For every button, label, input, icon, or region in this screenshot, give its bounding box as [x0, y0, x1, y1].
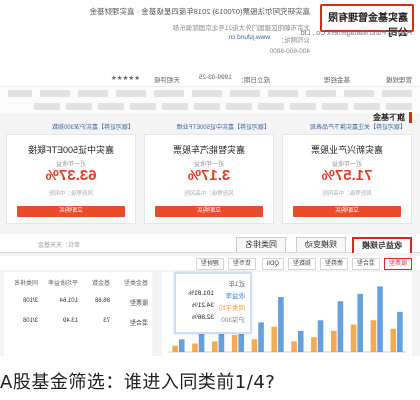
company-header: 嘉实基金管理有限公司 Harvest Fund Management Co., …	[0, 0, 420, 73]
mirrored-screenshot: 嘉实基金管理有限公司 Harvest Fund Management Co., …	[0, 0, 420, 356]
chart-bar[interactable]	[211, 341, 218, 352]
fund-card-return: 71.57%	[321, 167, 373, 184]
fund-card-title: 嘉实中证500ETF联接	[28, 145, 115, 155]
fund-card-return: 3.17%	[187, 167, 231, 184]
chart-bar[interactable]	[291, 341, 297, 352]
tooltip-label: 同类平均	[219, 305, 245, 312]
chart-bar[interactable]	[297, 330, 304, 352]
buy-button[interactable]: 立即购买	[293, 206, 401, 217]
established-date: 1999-03-25	[198, 74, 232, 81]
notice-link[interactable]: 【银河证券】嘉实沪深300指数	[52, 122, 134, 132]
tooltip-value: 32.86%	[191, 314, 214, 321]
tab-scale-change[interactable]: 规模变动	[296, 237, 346, 252]
fund-card-return: 63.37%	[45, 167, 97, 184]
tooltip-value: 101.81%	[188, 290, 214, 297]
fund-card-risk: 风险等级：中高风险	[322, 191, 372, 197]
phone-number: 400-600-8800	[269, 48, 310, 55]
chart-tooltip: 近1年 收益率 101.81% 同类平均 34.21% 沪深300 32.86%	[174, 272, 252, 334]
table-cell: 股票型	[129, 301, 148, 307]
rating-stars-icon: ★★★★★	[110, 75, 140, 82]
rating-label: 天相评级	[154, 77, 180, 84]
tooltip-label: 沪深300	[221, 317, 245, 324]
notice-link[interactable]: 【银河证券】关注嘉实旗下产品表现	[310, 122, 406, 132]
buy-button[interactable]: 立即购买	[155, 206, 263, 217]
table-cell: 101.64	[59, 298, 78, 304]
company-english-name: Harvest Fund Management Co., Ltd.	[298, 30, 412, 37]
fund-card-risk: 风险等级：中高风险	[184, 191, 234, 197]
peer-rank-table: 基金类型 基金数 平均收益率 同类排名 股票型 86.68 101.64 3/1…	[4, 272, 152, 356]
fund-card-title: 嘉实智能汽车股票	[173, 145, 246, 155]
fund-card[interactable]: 嘉实新兴产业股票 近一年收益 71.57% 风险等级：中高风险 立即购买	[282, 134, 412, 224]
chart-bar[interactable]	[330, 330, 337, 352]
filter-chip[interactable]: QDII	[261, 258, 284, 270]
table-header: 同类排名	[13, 281, 38, 287]
tab-peer-rank[interactable]: 同类排名	[236, 237, 286, 252]
chart-bar[interactable]	[370, 320, 377, 352]
chart-bar[interactable]	[397, 311, 403, 352]
tooltip-title: 近1年	[228, 281, 245, 288]
chart-bar[interactable]	[278, 297, 284, 352]
chart-bar[interactable]	[231, 335, 238, 352]
table-header: 基金类型	[123, 281, 148, 287]
chart-bar[interactable]	[357, 293, 364, 352]
filter-chip[interactable]: 指数型	[287, 258, 316, 270]
performance-tabs: 收益与规模 规模变动 同类排名 单位：天天基金	[0, 234, 420, 253]
fund-card-risk: 风险等级：中风险	[49, 191, 94, 197]
chart-bar[interactable]	[350, 324, 357, 352]
article-caption: A股基金筛选：谁进入同类前1/4?	[0, 372, 276, 393]
chart-bar[interactable]	[172, 345, 178, 352]
website-link[interactable]: www.jsfund.cn	[228, 34, 270, 41]
fund-nav-row-2[interactable]	[0, 100, 420, 115]
tooltip-value: 34.21%	[191, 302, 214, 309]
chart-bar[interactable]	[377, 286, 383, 352]
manager-label[interactable]: 基金经理	[324, 74, 350, 84]
chart-bar[interactable]	[337, 301, 344, 352]
chart-bar[interactable]	[251, 339, 258, 352]
rating-bar: 管理规模 基金经理 成立日期： 1999-03-25 天相评级 ★★★★★	[0, 72, 420, 87]
chart-bar[interactable]	[390, 328, 397, 352]
established-label: 成立日期：	[237, 77, 271, 84]
chart-bar[interactable]	[311, 337, 317, 352]
table-cell: 混合型	[129, 321, 148, 327]
tooltip-label: 收益率	[225, 293, 246, 300]
tab-returns-scale[interactable]: 收益与规模	[352, 237, 412, 253]
table-header: 基金数	[91, 281, 110, 287]
data-source-note: 单位：天天基金	[37, 243, 80, 249]
chart-bar[interactable]	[258, 322, 264, 352]
table-cell: 3/108	[22, 318, 38, 324]
divider	[155, 272, 156, 356]
fund-headline[interactable]: 嘉实研究阿尔法股票(070013) 2018年度四星级基金 · 嘉实理财基金	[90, 6, 310, 17]
fund-card-title: 嘉实新兴产业股票	[311, 145, 384, 155]
chart-bar[interactable]	[192, 343, 198, 352]
table-header: 平均收益率	[47, 281, 78, 287]
filter-chip[interactable]: 混合型	[351, 258, 380, 270]
chart-bar[interactable]	[271, 326, 278, 352]
filter-chip[interactable]: 股票型	[383, 258, 412, 270]
table-cell: 86.68	[94, 298, 110, 304]
table-cell: 73	[103, 318, 110, 324]
notice-link[interactable]: 【银河证券】嘉实中证500ETF业绩	[177, 122, 270, 132]
chart-bar[interactable]	[317, 320, 324, 352]
table-cell: 13.49	[62, 318, 78, 324]
fund-type-filters: 股票型 混合型 债券型 指数型 QDII 货币型 理财型	[0, 256, 420, 270]
filter-chip[interactable]: 理财型	[195, 258, 224, 270]
filter-chip[interactable]: 货币型	[227, 258, 256, 270]
fund-card[interactable]: 嘉实智能汽车股票 近一年收益 3.17% 风险等级：中高风险 立即购买	[144, 134, 274, 224]
website-label: 公司网址：	[277, 37, 311, 44]
scale-label: 管理规模	[386, 77, 412, 84]
fund-card[interactable]: 嘉实中证500ETF联接 近一年收益 63.37% 风险等级：中风险 立即购买	[6, 134, 136, 224]
buy-button[interactable]: 立即购买	[17, 206, 125, 217]
address-text: 北京市朝阳区建国门外大街21号北京国际俱乐部	[172, 25, 310, 32]
chart-bar[interactable]	[198, 332, 205, 352]
chart-bar[interactable]	[178, 339, 185, 352]
table-cell: 3/108	[22, 298, 38, 304]
filter-chip[interactable]: 债券型	[319, 258, 348, 270]
company-name-box: 嘉实基金管理有限公司	[320, 4, 414, 39]
